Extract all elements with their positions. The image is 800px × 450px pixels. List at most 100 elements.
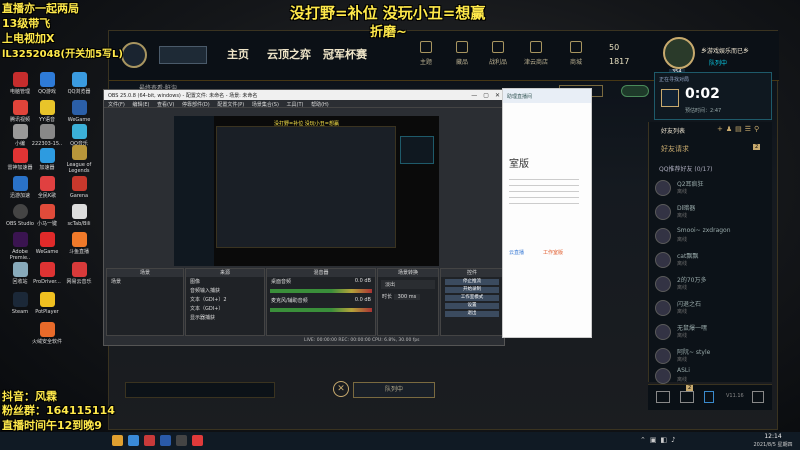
exit-button[interactable]: 退出 bbox=[445, 311, 499, 317]
clock-time: 12:14 bbox=[764, 433, 782, 440]
friend-avatar bbox=[655, 228, 671, 244]
menu-docks[interactable]: 停靠部件(D) bbox=[182, 102, 210, 108]
start-recording-button[interactable]: 开始录制 bbox=[445, 287, 499, 293]
menu-view[interactable]: 查看(V) bbox=[157, 102, 174, 108]
desktop-icon-4[interactable]: YY语音 bbox=[30, 100, 64, 123]
studio-mode-button[interactable]: 工作室模式 bbox=[445, 295, 499, 301]
topnav-store[interactable]: 商城 bbox=[559, 41, 593, 66]
popup-text bbox=[509, 179, 579, 209]
preview-client bbox=[216, 126, 396, 248]
nav-clash[interactable]: 冠军杯赛 bbox=[323, 46, 367, 62]
voice-icon[interactable] bbox=[704, 391, 714, 403]
topnav-loot[interactable]: 战利品 bbox=[481, 41, 515, 66]
friend-row[interactable]: cat飘飘 离线 bbox=[655, 250, 765, 270]
help-icon[interactable] bbox=[752, 391, 764, 403]
friend-request-label[interactable]: 好友请求 bbox=[661, 144, 689, 154]
nav-home[interactable]: 主页 bbox=[227, 46, 249, 62]
menu-help[interactable]: 帮助(H) bbox=[311, 102, 329, 108]
popup-window: 助理直播间 室版 云直播 工作室版 bbox=[502, 88, 592, 338]
topnav-theme[interactable]: 主题 bbox=[409, 41, 443, 66]
source-item[interactable]: 显示器捕获 bbox=[186, 313, 264, 322]
obs-statusbar: LIVE: 00:00:00 REC: 00:00:00 CPU: 6.8%, … bbox=[304, 338, 420, 343]
taskbar-app-icon[interactable] bbox=[128, 435, 139, 446]
topnav-store2[interactable]: 津云商店 bbox=[519, 41, 553, 66]
menu-file[interactable]: 文件(F) bbox=[108, 102, 125, 108]
be-balance: 1817 bbox=[609, 57, 630, 66]
lol-logo-icon[interactable] bbox=[121, 42, 147, 68]
inbox-icon[interactable] bbox=[680, 391, 694, 403]
desktop-icon-19[interactable]: WeGame bbox=[30, 232, 64, 255]
chat-icon[interactable] bbox=[656, 391, 670, 403]
volume-meter[interactable] bbox=[270, 289, 372, 293]
desktop-icon-26[interactable]: 火绒安全软件 bbox=[30, 322, 64, 345]
desktop-icon-16[interactable]: 小马一键 bbox=[30, 204, 64, 227]
source-item[interactable]: 图像 bbox=[186, 277, 264, 286]
friend-row[interactable]: ASLi 离线 bbox=[655, 366, 765, 386]
menu-tools[interactable]: 工具(T) bbox=[287, 102, 304, 108]
desktop-icon-1[interactable]: QQ游戏 bbox=[30, 72, 64, 95]
friends-actions-icon[interactable]: +♟▤☰⚲ bbox=[717, 125, 762, 133]
desktop-icon-14[interactable]: Garena bbox=[62, 176, 96, 199]
desktop-icon-11[interactable]: League of Legends bbox=[62, 145, 96, 174]
source-item[interactable]: 文本（GDI+） bbox=[186, 304, 264, 313]
preview-desktop bbox=[174, 116, 214, 266]
friend-row[interactable]: 闪退之石 离线 bbox=[655, 298, 765, 318]
menu-edit[interactable]: 编辑(E) bbox=[132, 102, 149, 108]
taskbar-app-icon[interactable] bbox=[176, 435, 187, 446]
desktop-icon-20[interactable]: 斗鱼直播 bbox=[62, 232, 96, 255]
friend-row[interactable]: 无鼠爆一嘿 离线 bbox=[655, 322, 765, 342]
volume-meter[interactable] bbox=[270, 308, 372, 312]
desktop-icon-13[interactable]: 全民K歌 bbox=[30, 176, 64, 199]
desktop-icon-25[interactable]: PotPlayer bbox=[30, 292, 64, 315]
friend-request-count: 2 bbox=[753, 144, 761, 150]
friends-group[interactable]: QQ推荐好友 (0/17) bbox=[659, 164, 713, 173]
friend-row[interactable]: Dl暗器 离线 bbox=[655, 202, 765, 222]
window-controls-icon[interactable]: — ▢ ✕ bbox=[471, 90, 500, 99]
cancel-queue-icon[interactable]: ✕ bbox=[333, 381, 349, 397]
desktop-icon-23[interactable]: 网易云音乐 bbox=[62, 262, 96, 285]
rp-balance: 50 bbox=[609, 43, 620, 52]
stop-stream-button[interactable]: 停止推流 bbox=[445, 279, 499, 285]
desktop-icon-22[interactable]: ProDriver... bbox=[30, 262, 64, 285]
friend-avatar bbox=[655, 276, 671, 292]
queue-timer: 0:02 bbox=[685, 86, 720, 102]
desktop-icon-10[interactable]: 加速器 bbox=[30, 148, 64, 171]
popup-option-2[interactable]: 工作室版 bbox=[543, 249, 563, 256]
obs-preview[interactable]: 没打野=补位 没玩小丑=想赢 bbox=[174, 116, 439, 266]
desktop: 电脑管理 QQ游戏 QQ浏览器 腾讯视频 YY语音 WeGame 小编 2223… bbox=[0, 0, 100, 432]
menu-profile[interactable]: 配置文件(P) bbox=[217, 102, 244, 108]
avatar[interactable] bbox=[663, 37, 695, 69]
queue-button[interactable]: 队列中 bbox=[353, 382, 435, 398]
play-button[interactable] bbox=[159, 46, 207, 64]
friend-avatar bbox=[655, 368, 671, 384]
desktop-icon-2[interactable]: QQ浏览器 bbox=[62, 72, 96, 95]
transition-select[interactable]: 淡出 bbox=[381, 280, 435, 289]
source-item[interactable]: 文本（GDI+）2 bbox=[186, 295, 264, 304]
friend-row[interactable]: 阿阮~ style 离线 bbox=[655, 346, 765, 366]
toggle-switch[interactable] bbox=[621, 85, 649, 97]
menu-scene-collection[interactable]: 场景集合(S) bbox=[252, 102, 279, 108]
settings-button[interactable]: 设置 bbox=[445, 303, 499, 309]
taskbar-app-icon[interactable] bbox=[144, 435, 155, 446]
source-item[interactable]: 音频输入捕获 bbox=[186, 286, 264, 295]
taskbar-app-icon[interactable] bbox=[160, 435, 171, 446]
desktop-icon-7[interactable]: 222303-15.. bbox=[30, 124, 64, 147]
topnav-collection[interactable]: 藏品 bbox=[445, 41, 479, 66]
overlay-line-1: 直播亦一起两局 bbox=[2, 2, 79, 15]
mixer-channel: 麦克风/辅助音频 0.0 dB bbox=[271, 297, 371, 304]
chat-input[interactable] bbox=[125, 382, 275, 398]
friend-row[interactable]: 2的70万多 离线 bbox=[655, 274, 765, 294]
taskbar-app-icon[interactable] bbox=[112, 435, 123, 446]
scene-item[interactable]: 场景 bbox=[107, 277, 183, 286]
nav-tft[interactable]: 云顶之弈 bbox=[267, 46, 311, 62]
taskbar-app-icon[interactable] bbox=[192, 435, 203, 446]
desktop-icon-5[interactable]: WeGame bbox=[62, 100, 96, 123]
desktop-icon-8[interactable]: QQ音乐 bbox=[62, 124, 96, 147]
friend-row[interactable]: Smooi~ zxdragon 离线 bbox=[655, 226, 765, 246]
duration-input[interactable]: 300 ms bbox=[393, 294, 421, 300]
friend-row[interactable]: Q2耳疯狂 离线 bbox=[655, 178, 765, 198]
tray-icon[interactable]: ⌃▣◧♪ bbox=[640, 436, 680, 444]
transitions-dock: 场景转换 淡出 时长 300 ms bbox=[377, 268, 439, 336]
desktop-icon-17[interactable]: scTab/Bili bbox=[62, 204, 96, 227]
popup-option-1[interactable]: 云直播 bbox=[509, 249, 524, 256]
